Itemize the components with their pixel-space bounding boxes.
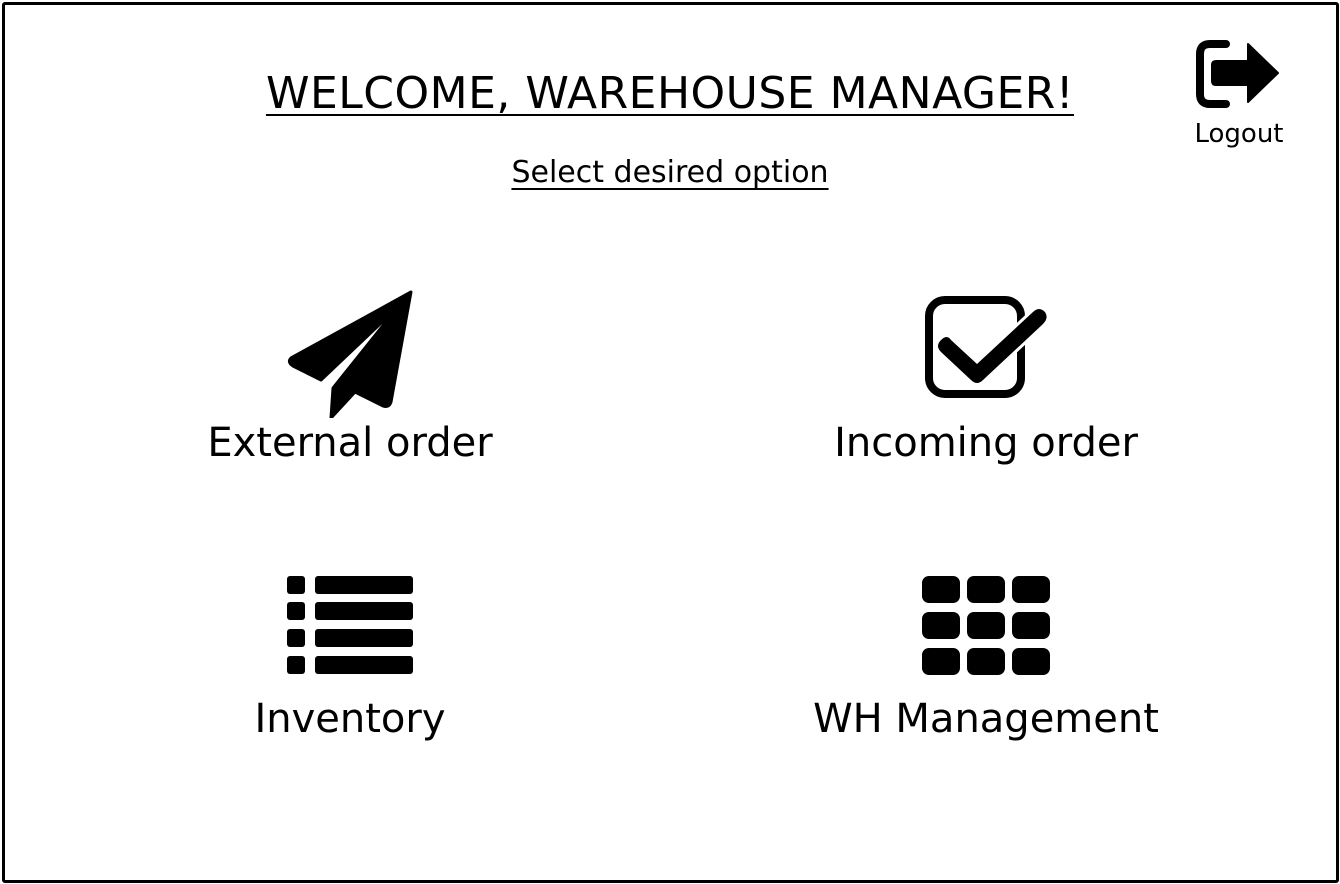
- logout-button[interactable]: Logout: [1184, 34, 1294, 156]
- page-subtitle-text: Select desired option: [511, 155, 829, 190]
- page-subtitle: Select desired option: [0, 154, 1340, 192]
- page-title-text: WELCOME, WAREHOUSE MANAGER!: [265, 68, 1075, 119]
- external-order-icon-wrap: [170, 288, 530, 418]
- list-icon: [287, 576, 413, 674]
- wh-management-button[interactable]: WH Management: [786, 570, 1186, 750]
- logout-label: Logout: [1194, 119, 1284, 149]
- incoming-order-icon-wrap: [796, 290, 1176, 400]
- inventory-icon-wrap: [170, 574, 530, 678]
- paper-plane-icon: [287, 290, 413, 418]
- incoming-order-label: Incoming order: [834, 420, 1138, 466]
- page-title: WELCOME, WAREHOUSE MANAGER!: [0, 66, 1340, 122]
- external-order-label: External order: [207, 420, 493, 466]
- wh-management-icon-wrap: [786, 574, 1186, 678]
- checkbox-checked-icon: [925, 296, 1050, 398]
- incoming-order-button[interactable]: Incoming order: [796, 286, 1176, 476]
- grid-icon: [922, 576, 1050, 675]
- external-order-button[interactable]: External order: [170, 286, 530, 476]
- inventory-button[interactable]: Inventory: [170, 570, 530, 750]
- logout-icon: [1196, 40, 1279, 108]
- inventory-label: Inventory: [254, 696, 446, 742]
- wh-management-label: WH Management: [813, 696, 1159, 742]
